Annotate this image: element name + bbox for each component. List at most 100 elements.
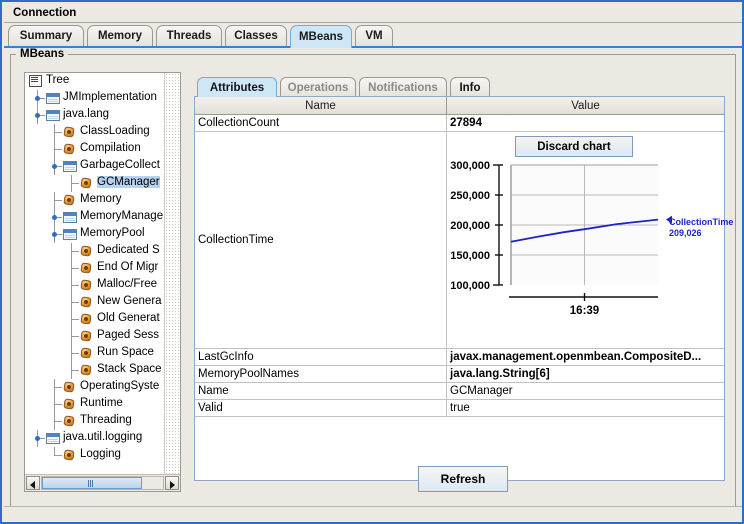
tree-node[interactable]: New Genera [25, 294, 165, 311]
tree-connector [54, 124, 55, 141]
detail-tab-attributes[interactable]: Attributes [197, 77, 277, 97]
table-row[interactable]: CollectionCount 27894 [195, 115, 724, 132]
attribute-name-cell[interactable]: Valid [195, 400, 447, 416]
attribute-name-cell[interactable]: MemoryPoolNames [195, 366, 447, 382]
tree-connector [54, 447, 55, 456]
y-axis-tick-label: 250,000 [450, 190, 490, 202]
refresh-button[interactable]: Refresh [418, 466, 508, 492]
table-header-row: Name Value [195, 97, 724, 115]
table-row[interactable]: MemoryPoolNames java.lang.String[6] [195, 366, 724, 383]
tree-node-label: Dedicated S [97, 244, 160, 256]
tree-node-label: Tree [46, 74, 70, 86]
main-tab-vm[interactable]: VM [355, 25, 393, 46]
tree-connector [71, 243, 72, 260]
tree-node[interactable]: ClassLoading [25, 124, 165, 141]
tree-node[interactable]: Dedicated S [25, 243, 165, 260]
arrow-left-icon [30, 481, 35, 489]
main-tab-mbeans[interactable]: MBeans [290, 25, 352, 48]
tree-node-label: MemoryPool [80, 227, 145, 239]
tree-vertical-scrollbar[interactable] [164, 73, 180, 474]
main-tab-threads[interactable]: Threads [156, 25, 222, 46]
tree-node[interactable]: GarbageCollect [25, 158, 165, 175]
tree-node[interactable]: Old Generat [25, 311, 165, 328]
tree-horizontal-scrollbar[interactable] [25, 474, 180, 491]
tree-connector [71, 311, 72, 328]
tree-expand-handle-icon[interactable] [33, 94, 44, 103]
column-header-value[interactable]: Value [447, 97, 724, 114]
tree-connector [71, 294, 72, 311]
detail-tab-strip: Attributes Operations Notifications Info [194, 75, 724, 97]
mbean-tree[interactable]: Tree JMImplementation java.lang ClassLoadin… [25, 73, 165, 474]
tree-node-label: New Genera [97, 295, 162, 307]
mbean-icon [63, 144, 75, 155]
tree-node-label: Old Generat [97, 312, 160, 324]
tree-node[interactable]: Memory [25, 192, 165, 209]
attribute-name-cell[interactable]: LastGcInfo [195, 349, 447, 365]
attribute-value-cell[interactable]: GCManager [447, 383, 724, 399]
tree-node[interactable]: Threading [25, 413, 165, 430]
tree-node[interactable]: java.lang [25, 107, 165, 124]
tree-node-label: Memory [80, 193, 122, 205]
tree-collapse-handle-icon[interactable] [50, 230, 59, 241]
main-tab-summary[interactable]: Summary [8, 25, 84, 46]
tree-node-label: java.util.logging [63, 431, 143, 443]
tree-node[interactable]: Malloc/Free [25, 277, 165, 294]
tree-collapse-handle-icon[interactable] [33, 111, 42, 122]
attribute-value-cell[interactable]: true [447, 400, 724, 416]
table-row[interactable]: Name GCManager [195, 383, 724, 400]
tree-node[interactable]: Tree [25, 73, 165, 90]
folder-icon [63, 229, 77, 240]
table-row[interactable]: Valid true [195, 400, 724, 417]
tree-node-label: Logging [80, 448, 121, 460]
attribute-value-cell[interactable]: javax.management.openmbean.CompositeD... [447, 349, 724, 365]
tree-node[interactable]: End Of Migr [25, 260, 165, 277]
tree-collapse-handle-icon[interactable] [50, 162, 59, 173]
tree-node[interactable]: JMImplementation [25, 90, 165, 107]
tree-node[interactable]: MemoryPool [25, 226, 165, 243]
tree-connector [55, 200, 62, 201]
mbean-detail-panel: Attributes Operations Notifications Info Na… [189, 72, 733, 492]
tree-connector [55, 387, 62, 388]
mbean-icon [80, 246, 92, 257]
folder-icon [63, 161, 77, 172]
tree-node[interactable]: Logging [25, 447, 165, 464]
tab-underline [4, 46, 742, 48]
mbean-icon [63, 127, 75, 138]
scrollbar-thumb[interactable] [42, 477, 142, 489]
legend-series-value: 209,026 [669, 228, 702, 238]
discard-chart-button[interactable]: Discard chart [515, 136, 633, 157]
tree-node[interactable]: Compilation [25, 141, 165, 158]
main-tab-classes[interactable]: Classes [225, 25, 287, 46]
tree-node[interactable]: java.util.logging [25, 430, 165, 447]
menu-connection[interactable]: Connection [10, 6, 79, 20]
attribute-name-cell[interactable]: CollectionTime [195, 132, 447, 348]
tree-node[interactable]: OperatingSyste [25, 379, 165, 396]
main-tab-memory[interactable]: Memory [87, 25, 153, 46]
tree-node[interactable]: Run Space [25, 345, 165, 362]
tree-connector [54, 413, 55, 430]
tree-collapse-handle-icon[interactable] [33, 434, 42, 445]
tree-node-label: Threading [80, 414, 132, 426]
tree-node[interactable]: Stack Space [25, 362, 165, 379]
attribute-value-cell[interactable]: 27894 [447, 115, 724, 131]
tree-node[interactable]: Runtime [25, 396, 165, 413]
collection-time-chart[interactable]: 300,000 250,000 200,000 150,000 100,000 16:39 [447, 159, 724, 319]
attribute-name-cell[interactable]: Name [195, 383, 447, 399]
tree-node[interactable]: Paged Sess [25, 328, 165, 345]
attribute-value-chart-cell[interactable]: Discard chart 300,000 250,000 200,000 150,00… [447, 132, 733, 348]
tree-node[interactable]: GCManager [25, 175, 165, 192]
detail-tab-info[interactable]: Info [450, 77, 490, 97]
scroll-right-button[interactable] [165, 476, 179, 490]
folder-icon [46, 433, 60, 444]
tree-node[interactable]: MemoryManage [25, 209, 165, 226]
attribute-value-cell[interactable]: java.lang.String[6] [447, 366, 724, 382]
table-row[interactable]: CollectionTime Discard chart 300,000 250,00… [195, 132, 733, 349]
column-header-name[interactable]: Name [195, 97, 447, 114]
tree-node-label: OperatingSyste [80, 380, 160, 392]
attribute-name-cell[interactable]: CollectionCount [195, 115, 447, 131]
scroll-left-button[interactable] [26, 476, 40, 490]
table-row[interactable]: LastGcInfo javax.management.openmbean.Com… [195, 349, 724, 366]
tree-node-label: End Of Migr [97, 261, 159, 273]
scrollbar-track[interactable] [41, 476, 164, 490]
tree-expand-handle-icon[interactable] [50, 213, 61, 222]
